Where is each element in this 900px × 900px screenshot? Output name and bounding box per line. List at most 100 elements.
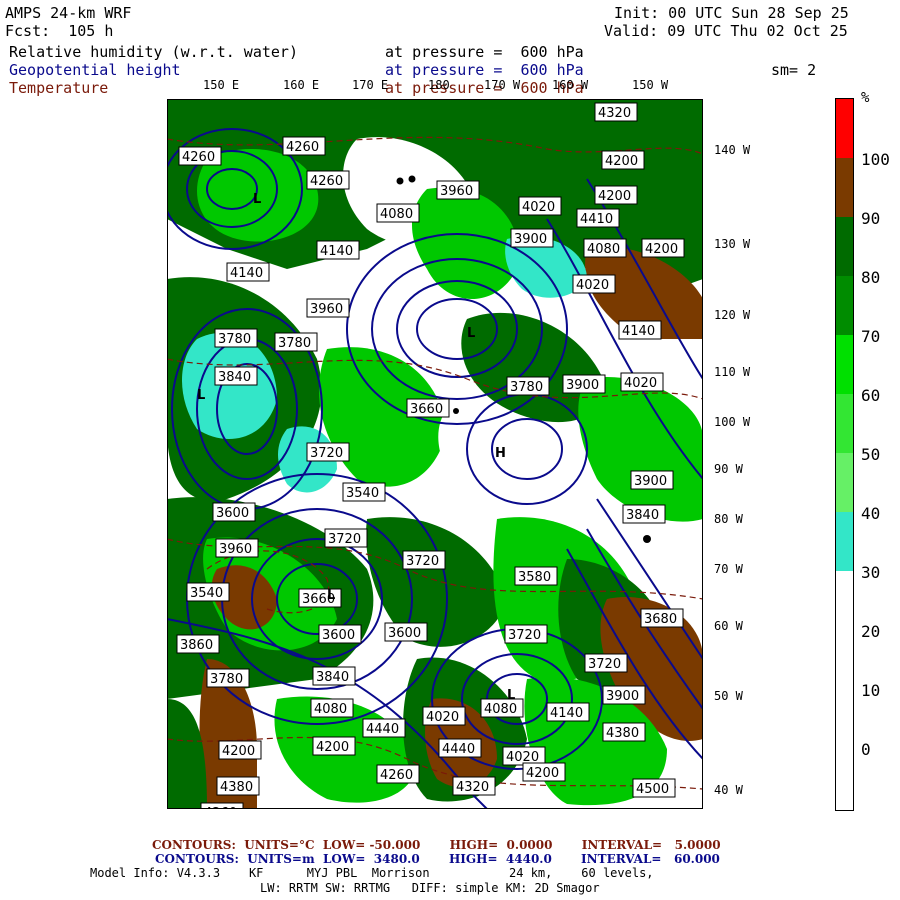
height-label-text: 4260: [310, 174, 343, 189]
lat-label: 80 W: [714, 512, 743, 526]
lon-label: 160 W: [552, 78, 589, 92]
height-label-text: 4200: [605, 154, 638, 169]
height-label: 3960: [306, 298, 350, 318]
height-label-text: 3780: [210, 672, 243, 687]
height-label: 3840: [214, 366, 258, 386]
lat-label: 120 W: [714, 308, 751, 322]
low-marker: L: [327, 588, 335, 603]
height-label: 4500: [632, 778, 676, 798]
height-label: 4380: [602, 722, 646, 742]
model-title: AMPS 24-km WRF: [5, 4, 132, 22]
height-label-text: 4140: [550, 706, 583, 721]
height-label: 4200: [641, 238, 685, 258]
colorbar-label: 60: [861, 386, 881, 405]
height-label: 3900: [630, 470, 674, 490]
height-label-text: 4140: [622, 324, 655, 339]
height-label-text: 3720: [588, 657, 621, 672]
physics-info: LW: RRTM SW: RRTMG DIFF: simple KM: 2D S…: [260, 881, 600, 895]
height-label-text: 3840: [316, 670, 349, 685]
height-label: 3540: [342, 482, 386, 502]
height-label: 4320: [452, 776, 496, 796]
colorbar-label: 100: [861, 150, 890, 169]
height-label-text: 4020: [576, 278, 609, 293]
height-label-text: 4020: [522, 200, 555, 215]
lat-label: 130 W: [714, 237, 751, 251]
height-label: 3720: [402, 550, 446, 570]
height-label: 3780: [206, 668, 250, 688]
height-label: 3720: [504, 624, 548, 644]
height-label: 4140: [546, 702, 590, 722]
height-label-text: 4500: [636, 782, 669, 797]
colorbar-segment: [836, 571, 853, 810]
height-label-text: 3660: [410, 402, 443, 417]
colorbar-segment: [836, 99, 853, 158]
height-label: 3900: [562, 374, 606, 394]
lat-label: 90 W: [714, 462, 743, 476]
temperature-field-label: Temperature: [9, 79, 109, 97]
height-label: 3720: [324, 528, 368, 548]
high-marker: H: [495, 446, 506, 461]
valid-time: Valid: 09 UTC Thu 02 Oct 25: [604, 22, 848, 40]
colorbar-label: 10: [861, 681, 881, 700]
lon-label: 180: [428, 78, 450, 92]
lat-label: 100 W: [714, 415, 751, 429]
height-label: 3780: [506, 376, 550, 396]
height-label: 4020: [518, 196, 562, 216]
height-label: 3720: [306, 442, 350, 462]
height-field-level: at pressure = 600 hPa: [385, 61, 584, 79]
height-label: 4020: [422, 706, 466, 726]
model-info: Model Info: V4.3.3 KF MYJ PBL Morrison 2…: [90, 866, 654, 880]
colorbar: [835, 98, 854, 811]
height-label-text: 4080: [587, 242, 620, 257]
height-label: 4020: [572, 274, 616, 294]
height-label-text: 4260: [380, 768, 413, 783]
height-label: 3600: [384, 622, 428, 642]
height-label-text: 4320: [456, 780, 489, 795]
height-label-text: 3540: [190, 586, 223, 601]
lat-label: 110 W: [714, 365, 751, 379]
colorbar-segment: [836, 335, 853, 394]
height-label: 4410: [576, 208, 620, 228]
height-label-text: 3900: [634, 474, 667, 489]
height-label-text: 4020: [426, 710, 459, 725]
colorbar-label: 30: [861, 563, 881, 582]
height-label-text: 4200: [598, 189, 631, 204]
height-label-text: 3720: [328, 532, 361, 547]
colorbar-segment: [836, 512, 853, 571]
height-label-text: 3900: [606, 689, 639, 704]
lon-label: 160 E: [283, 78, 320, 92]
height-label: 4200: [594, 185, 638, 205]
height-label: 4080: [310, 698, 354, 718]
height-label-text: 4380: [220, 780, 253, 795]
height-label: 3780: [214, 328, 258, 348]
height-label: 3840: [622, 504, 666, 524]
height-label: 4200: [312, 736, 356, 756]
height-label-text: 4140: [320, 244, 353, 259]
height-label: 4140: [618, 320, 662, 340]
rh-field-level: at pressure = 600 hPa: [385, 43, 584, 61]
lon-label: 150 W: [632, 78, 669, 92]
low-marker: L: [507, 688, 515, 703]
height-label: 4440: [438, 738, 482, 758]
height-label: 3860: [176, 634, 220, 654]
weather-map: 4320 4260 4260 4200 4260 4200 4080 3960 …: [167, 99, 703, 809]
colorbar-segment: [836, 158, 853, 217]
height-label: 3680: [640, 608, 684, 628]
height-label-text: 4260: [286, 140, 319, 155]
low-marker: L: [197, 388, 205, 403]
height-label: 3900: [602, 685, 646, 705]
colorbar-unit: %: [861, 90, 870, 106]
height-field-label: Geopotential height: [9, 61, 181, 79]
colorbar-label: 70: [861, 327, 881, 346]
height-label: 4200: [522, 762, 566, 782]
height-label-text: 3600: [216, 506, 249, 521]
height-label: 3960: [215, 538, 259, 558]
colorbar-label: 0: [861, 740, 871, 759]
height-label-text: 4410: [580, 212, 613, 227]
height-label-text: 3960: [310, 302, 343, 317]
height-label-text: 4200: [316, 740, 349, 755]
height-label-text: 3540: [346, 486, 379, 501]
height-label-text: 4080: [484, 702, 517, 717]
smoothing-label: sm= 2: [771, 61, 817, 79]
lat-label: 140 W: [714, 143, 751, 157]
